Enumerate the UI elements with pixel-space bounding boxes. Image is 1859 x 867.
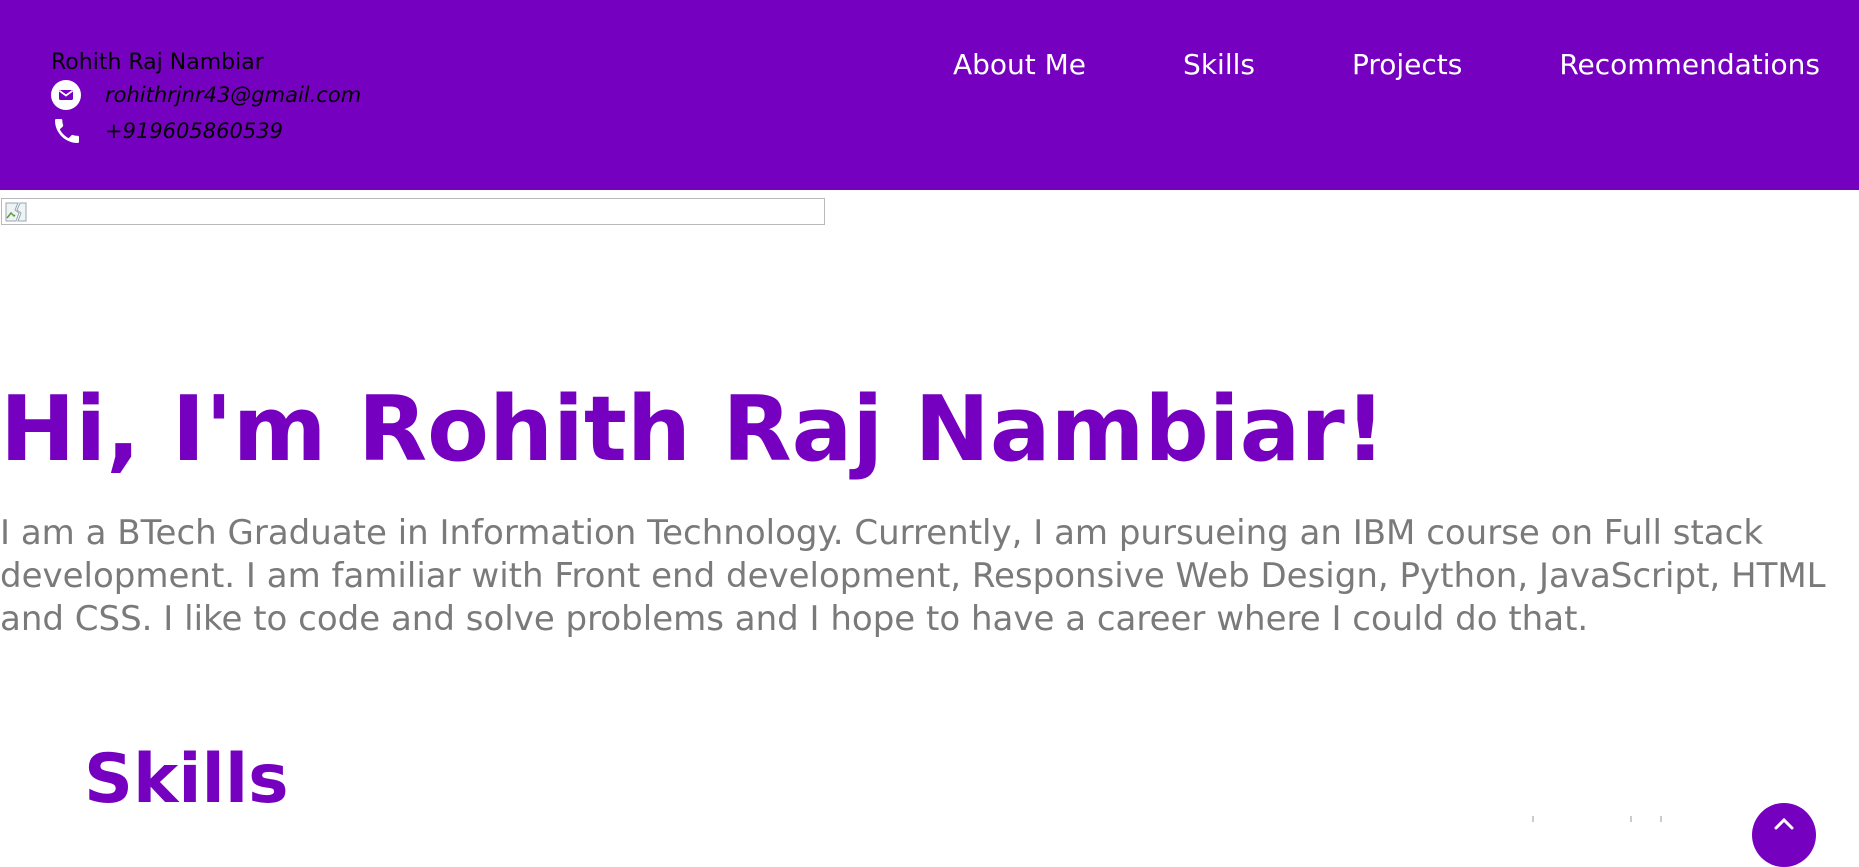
mail-icon (51, 78, 85, 112)
contact-name: Rohith Raj Nambiar (51, 50, 264, 75)
phone-icon (51, 114, 85, 148)
partial-skill-marker (1532, 816, 1534, 822)
hero-intro-text: I am a BTech Graduate in Information Tec… (0, 513, 1826, 639)
phone-row[interactable]: +919605860539 (51, 113, 361, 149)
email-row[interactable]: rohithrjnr43@gmail.com (51, 77, 361, 113)
phone-link[interactable]: +919605860539 (105, 119, 283, 143)
broken-image-placeholder (1, 198, 825, 225)
hero-title: Hi, I'm Rohith Raj Nambiar! (0, 377, 1386, 482)
site-header: Rohith Raj Nambiar rohithrjnr43@gmail.co… (0, 0, 1859, 190)
partial-skill-marker (1660, 816, 1662, 822)
broken-image-icon (5, 202, 27, 226)
chevron-up-icon (1774, 815, 1794, 834)
partial-skill-marker (1630, 816, 1632, 822)
nav-item-skills[interactable]: Skills (1183, 45, 1255, 85)
nav-item-about-me[interactable]: About Me (953, 45, 1086, 85)
scroll-to-top-button[interactable] (1752, 803, 1816, 867)
email-link[interactable]: rohithrjnr43@gmail.com (105, 83, 361, 107)
nav-item-projects[interactable]: Projects (1352, 45, 1462, 85)
main-nav: About Me Skills Projects Recommendations (953, 45, 1820, 85)
contact-info: Rohith Raj Nambiar rohithrjnr43@gmail.co… (51, 49, 361, 149)
skills-section-title: Skills (84, 740, 289, 819)
nav-item-recommendations[interactable]: Recommendations (1559, 45, 1820, 85)
